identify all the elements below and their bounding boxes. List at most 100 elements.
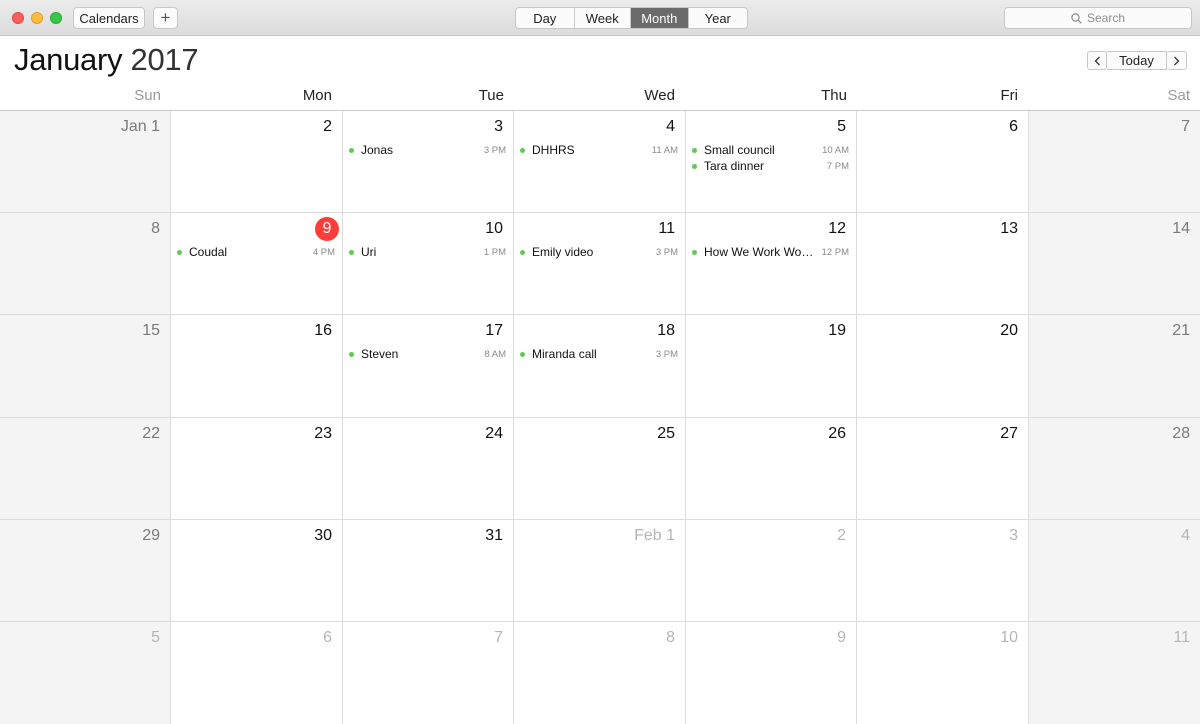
- calendars-button[interactable]: Calendars: [73, 7, 145, 29]
- day-number: 29: [142, 527, 160, 544]
- day-number: 15: [142, 322, 160, 339]
- event-title: Small council: [704, 143, 775, 157]
- day-cell[interactable]: 8: [0, 213, 171, 315]
- day-cell[interactable]: 22: [0, 418, 171, 520]
- calendar-event[interactable]: Miranda call 3 PM: [520, 346, 678, 362]
- calendar-event[interactable]: DHHRS 11 AM: [520, 142, 678, 158]
- day-cell[interactable]: 9 Coudal 4 PM: [171, 213, 343, 315]
- day-cell[interactable]: Feb 1: [514, 520, 686, 622]
- day-number: 23: [314, 425, 332, 442]
- day-number: 10: [1000, 629, 1018, 646]
- day-cell[interactable]: 21: [1029, 315, 1200, 418]
- calendar-event[interactable]: Small council 10 AM: [692, 142, 849, 158]
- day-cell[interactable]: 10 Uri 1 PM: [343, 213, 514, 315]
- day-cell[interactable]: 24: [343, 418, 514, 520]
- day-cell[interactable]: 19: [686, 315, 857, 418]
- calendar-event[interactable]: Emily video 3 PM: [520, 244, 678, 260]
- day-cell[interactable]: 7: [343, 622, 514, 724]
- day-number: 2: [837, 527, 846, 544]
- day-cell[interactable]: 7: [1029, 111, 1200, 213]
- day-number: 31: [485, 527, 503, 544]
- day-cell[interactable]: 26: [686, 418, 857, 520]
- day-cell[interactable]: 27: [857, 418, 1029, 520]
- day-cell[interactable]: 2: [171, 111, 343, 213]
- day-number: 6: [323, 629, 332, 646]
- day-cell[interactable]: 5 Small council 10 AM Tara dinner 7 PM: [686, 111, 857, 213]
- close-window-button[interactable]: [12, 12, 24, 24]
- day-number: Jan 1: [120, 118, 160, 135]
- event-time: 1 PM: [483, 246, 506, 258]
- previous-month-button[interactable]: [1087, 51, 1107, 70]
- event-dot-icon: [520, 351, 525, 357]
- day-cell[interactable]: Jan 1: [0, 111, 171, 213]
- event-title: Tara dinner: [704, 159, 765, 173]
- day-number: 16: [314, 322, 332, 339]
- day-cell[interactable]: 9: [686, 622, 857, 724]
- minimize-window-button[interactable]: [31, 12, 43, 24]
- add-event-button[interactable]: +: [153, 7, 178, 29]
- calendar-event[interactable]: Jonas 3 PM: [349, 142, 506, 158]
- day-number: 5: [837, 118, 846, 135]
- search-placeholder: Search: [1086, 11, 1126, 25]
- day-cell[interactable]: 8: [514, 622, 686, 724]
- weekday-header-sat: Sat: [1167, 87, 1190, 104]
- day-cell[interactable]: 6: [171, 622, 343, 724]
- day-cell[interactable]: 10: [857, 622, 1029, 724]
- day-cell[interactable]: 23: [171, 418, 343, 520]
- day-cell[interactable]: 17 Steven 8 AM: [343, 315, 514, 418]
- day-cell[interactable]: 25: [514, 418, 686, 520]
- day-number: 17: [485, 322, 503, 339]
- day-cell[interactable]: 4: [1029, 520, 1200, 622]
- day-cell[interactable]: 3 Jonas 3 PM: [343, 111, 514, 213]
- day-cell[interactable]: 29: [0, 520, 171, 622]
- day-number: 20: [1000, 322, 1018, 339]
- month-grid: Jan 1 2 3 Jonas 3 PM 4 DHHRS 11 AM 5 Small counci…: [0, 110, 1200, 724]
- day-cell[interactable]: 12 How We Work Wor… 12 PM: [686, 213, 857, 315]
- day-cell[interactable]: 20: [857, 315, 1029, 418]
- calendar-event[interactable]: Uri 1 PM: [349, 244, 506, 260]
- day-number: 13: [1000, 220, 1018, 237]
- day-cell[interactable]: 30: [171, 520, 343, 622]
- event-title: How We Work Wor…: [704, 245, 816, 259]
- calendar-event[interactable]: How We Work Wor… 12 PM: [692, 244, 849, 260]
- day-number: 14: [1172, 220, 1190, 237]
- day-cell[interactable]: 5: [0, 622, 171, 724]
- search-icon: [1071, 12, 1082, 24]
- day-number: 19: [828, 322, 846, 339]
- event-dot-icon: [520, 249, 525, 255]
- search-field[interactable]: Search: [1004, 7, 1192, 29]
- next-month-button[interactable]: [1167, 51, 1187, 70]
- event-time: 4 PM: [312, 246, 335, 258]
- weekday-header-wed: Wed: [644, 87, 675, 104]
- weekday-header-tue: Tue: [478, 87, 504, 104]
- event-title: DHHRS: [532, 143, 575, 157]
- today-button[interactable]: Today: [1107, 51, 1167, 70]
- view-week-button[interactable]: Week: [575, 8, 632, 28]
- event-time: 7 PM: [826, 160, 849, 172]
- day-cell[interactable]: 18 Miranda call 3 PM: [514, 315, 686, 418]
- day-cell[interactable]: 11: [1029, 622, 1200, 724]
- calendar-event[interactable]: Steven 8 AM: [349, 346, 506, 362]
- day-number: 2: [323, 118, 332, 135]
- day-cell[interactable]: 11 Emily video 3 PM: [514, 213, 686, 315]
- calendar-event[interactable]: Coudal 4 PM: [177, 244, 335, 260]
- view-year-button[interactable]: Year: [689, 8, 747, 28]
- day-cell[interactable]: 3: [857, 520, 1029, 622]
- day-cell[interactable]: 2: [686, 520, 857, 622]
- day-cell[interactable]: 31: [343, 520, 514, 622]
- event-time: 12 PM: [821, 246, 849, 258]
- event-dot-icon: [349, 147, 354, 153]
- day-cell[interactable]: 15: [0, 315, 171, 418]
- day-cell[interactable]: 16: [171, 315, 343, 418]
- day-cell[interactable]: 4 DHHRS 11 AM: [514, 111, 686, 213]
- event-time: 10 AM: [822, 144, 849, 156]
- view-day-button[interactable]: Day: [516, 8, 575, 28]
- day-cell[interactable]: 13: [857, 213, 1029, 315]
- calendar-event[interactable]: Tara dinner 7 PM: [692, 158, 849, 174]
- day-cell[interactable]: 6: [857, 111, 1029, 213]
- view-month-button[interactable]: Month: [631, 8, 689, 28]
- day-number: 5: [151, 629, 160, 646]
- day-cell[interactable]: 28: [1029, 418, 1200, 520]
- zoom-window-button[interactable]: [50, 12, 62, 24]
- day-cell[interactable]: 14: [1029, 213, 1200, 315]
